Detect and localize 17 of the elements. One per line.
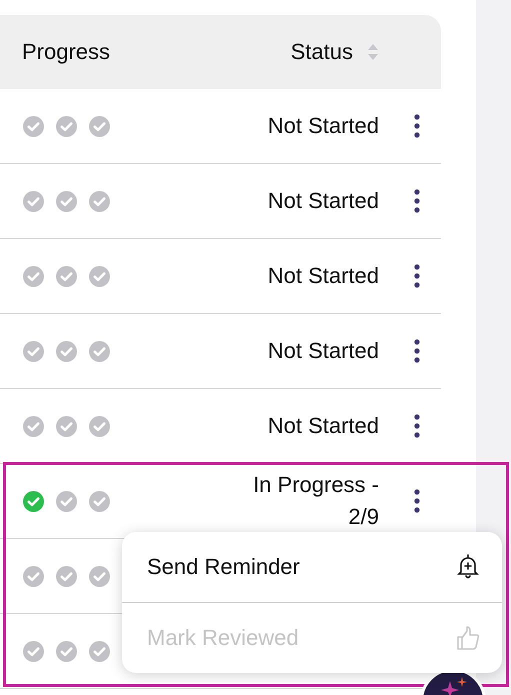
column-header: Progress — [22, 39, 110, 65]
more-options-icon[interactable] — [414, 414, 420, 438]
status-text: Not Started — [268, 412, 379, 440]
status-text: Not Started — [268, 187, 379, 216]
more-options-icon[interactable] — [414, 339, 420, 363]
status-text: Not Started — [268, 337, 379, 366]
status-text: Not Started — [268, 112, 379, 140]
status-text: In Progress - 2/9 — [252, 471, 379, 531]
column-header[interactable]: Status — [290, 39, 353, 65]
bell-plus-icon — [456, 553, 480, 581]
more-options-icon[interactable] — [414, 489, 420, 513]
thumbs-up-icon — [456, 625, 480, 651]
more-options-icon[interactable] — [414, 264, 420, 288]
more-options-icon[interactable] — [414, 114, 420, 138]
menu-item[interactable]: Send Reminder — [122, 532, 502, 602]
more-options-icon[interactable] — [414, 189, 420, 213]
status-text: Not Started — [268, 262, 379, 290]
